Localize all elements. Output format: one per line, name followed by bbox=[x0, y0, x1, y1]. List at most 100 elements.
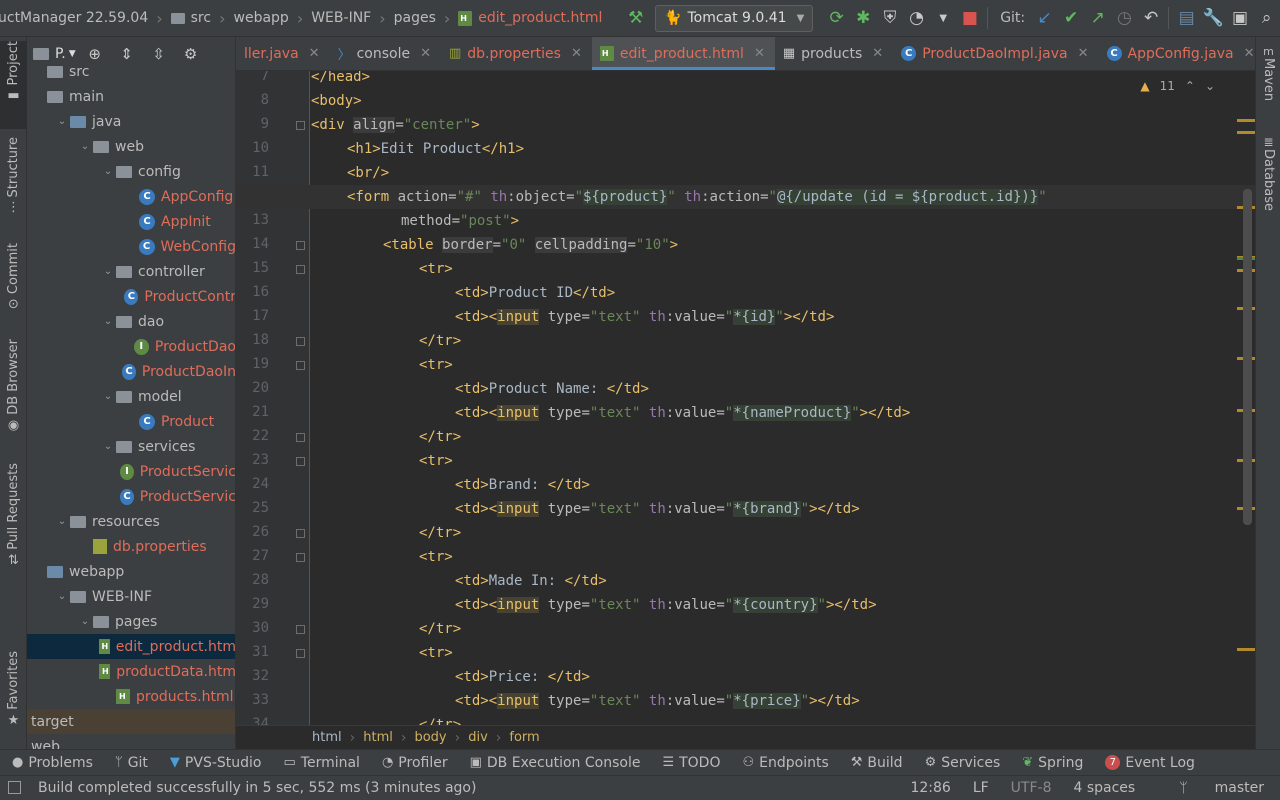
editor-tab[interactable]: ▦ products ✕ bbox=[775, 37, 893, 70]
tree-item[interactable]: C ProductContr bbox=[27, 284, 235, 309]
status-message[interactable]: Build completed successfully in 5 sec, 5… bbox=[38, 780, 476, 796]
tool-window-profiler[interactable]: ◔ Profiler bbox=[382, 755, 448, 771]
tool-tab-favorites[interactable]: Favorites ★ bbox=[0, 651, 27, 737]
editor-tab[interactable]: edit_product.html ✕ bbox=[591, 37, 775, 70]
terminal-toolbar-icon[interactable]: ▣ bbox=[1227, 4, 1254, 32]
code-line[interactable]: <br/> bbox=[236, 161, 1255, 185]
rerun-icon[interactable]: ⟳ bbox=[823, 4, 850, 32]
code-line[interactable]: <td>Product Name: </td> bbox=[236, 377, 1255, 401]
tool-window-pvs-studio[interactable]: ▼ PVS-Studio bbox=[170, 755, 262, 771]
close-icon[interactable]: ✕ bbox=[309, 46, 320, 61]
chevron-down-icon[interactable]: ⌄ bbox=[100, 316, 116, 327]
tool-window-todo[interactable]: ☰ TODO bbox=[662, 755, 720, 771]
tool-window-build[interactable]: ⚒ Build bbox=[851, 755, 903, 771]
file-encoding[interactable]: UTF-8 bbox=[1011, 780, 1052, 796]
code-line[interactable]: </tr> bbox=[236, 521, 1255, 545]
nav-crumb-web-inf[interactable]: WEB-INF bbox=[307, 10, 375, 26]
tree-item[interactable]: ⌄ config bbox=[27, 159, 235, 184]
tree-item[interactable]: ⌄ WEB-INF bbox=[27, 584, 235, 609]
run-configuration-select[interactable]: 🐈 Tomcat 9.0.41 ▼ bbox=[655, 4, 814, 32]
code-line[interactable]: <td><input type="text" th:value="*{brand… bbox=[236, 497, 1255, 521]
git-history-icon[interactable]: ◷ bbox=[1111, 4, 1138, 32]
code-line[interactable]: <form action="#" th:object="${product}" … bbox=[236, 185, 1255, 209]
tree-item[interactable]: C ProductServic bbox=[27, 484, 235, 509]
caret-position[interactable]: 12:86 bbox=[910, 780, 950, 796]
code-line[interactable]: <table border="0" cellpadding="10"> bbox=[236, 233, 1255, 257]
code-line[interactable]: </head> bbox=[236, 71, 1255, 89]
tree-item[interactable]: ⌄ dao bbox=[27, 309, 235, 334]
code-line[interactable]: <tr> bbox=[236, 545, 1255, 569]
editor-scrollbar[interactable] bbox=[1243, 189, 1252, 525]
chevron-down-icon[interactable]: ⌄ bbox=[100, 266, 116, 277]
build-hammer-icon[interactable]: ⚒ bbox=[622, 4, 649, 32]
tool-window-spring[interactable]: ❦ Spring bbox=[1022, 755, 1083, 771]
tree-item[interactable]: ⌄ web bbox=[27, 134, 235, 159]
tree-item[interactable]: C WebConfig bbox=[27, 234, 235, 259]
project-structure-icon[interactable]: ▤ bbox=[1173, 4, 1200, 32]
editor-tab[interactable]: 〉 console ✕ bbox=[330, 37, 441, 70]
chevron-down-icon[interactable]: ⌄ bbox=[54, 591, 70, 602]
code-line[interactable]: <tr> bbox=[236, 641, 1255, 665]
coverage-icon[interactable]: ⛨ bbox=[877, 4, 904, 32]
stop-icon[interactable]: ■ bbox=[957, 4, 984, 32]
editor-tab[interactable]: C ProductDaoImpl.java ✕ bbox=[893, 37, 1098, 70]
indent-setting[interactable]: 4 spaces bbox=[1073, 780, 1135, 796]
close-icon[interactable]: ✕ bbox=[1078, 46, 1089, 61]
close-icon[interactable]: ✕ bbox=[872, 46, 883, 61]
code-line[interactable]: <h1>Edit Product</h1> bbox=[236, 137, 1255, 161]
tool-window-problems[interactable]: ● Problems bbox=[12, 755, 93, 771]
tree-item[interactable]: ⌄ controller bbox=[27, 259, 235, 284]
git-update-icon[interactable]: ↙ bbox=[1031, 4, 1058, 32]
tool-tab-pull-requests[interactable]: Pull Requests ⇅ bbox=[0, 463, 27, 577]
tree-item[interactable]: C ProductDaoIn bbox=[27, 359, 235, 384]
editor-tab[interactable]: ller.java ✕ bbox=[236, 37, 330, 70]
tool-tab-database[interactable]: ≣ Database bbox=[1256, 135, 1280, 225]
tool-window-endpoints[interactable]: ⚇ Endpoints bbox=[742, 755, 828, 771]
code-line[interactable]: <td>Product ID</td> bbox=[236, 281, 1255, 305]
code-line[interactable]: </tr> bbox=[236, 713, 1255, 725]
code-editor[interactable]: 7891011121314151617181920212223242526272… bbox=[236, 71, 1255, 725]
nav-crumb-webapp[interactable]: webapp bbox=[230, 10, 293, 26]
tool-tab-commit[interactable]: Commit ⊙ bbox=[0, 243, 27, 317]
tree-item[interactable]: ⌄ services bbox=[27, 434, 235, 459]
tree-item[interactable]: I ProductServic bbox=[27, 459, 235, 484]
code-line[interactable]: <body> bbox=[236, 89, 1255, 113]
code-line[interactable]: </tr> bbox=[236, 425, 1255, 449]
debug-icon[interactable]: ✱ bbox=[850, 4, 877, 32]
tree-item[interactable]: C Product bbox=[27, 409, 235, 434]
breadcrumb-item[interactable]: div bbox=[468, 730, 488, 745]
tree-item[interactable]: db.properties bbox=[27, 534, 235, 559]
tree-item[interactable]: src bbox=[27, 59, 235, 84]
profile-icon[interactable]: ◔ bbox=[903, 4, 930, 32]
line-separator[interactable]: LF bbox=[973, 780, 989, 796]
git-branch-widget[interactable]: ᛘ master bbox=[1157, 780, 1264, 796]
tree-item[interactable]: main bbox=[27, 84, 235, 109]
code-line[interactable]: method="post"> bbox=[236, 209, 1255, 233]
close-icon[interactable]: ✕ bbox=[1244, 46, 1255, 61]
tool-tab-project[interactable]: Project ▬ bbox=[0, 41, 27, 129]
chevron-down-icon[interactable]: ⌄ bbox=[100, 166, 116, 177]
nav-crumb-file[interactable]: edit_product.html bbox=[454, 10, 606, 26]
tree-item[interactable]: C AppInit bbox=[27, 209, 235, 234]
code-line[interactable]: <td>Brand: </td> bbox=[236, 473, 1255, 497]
tree-item[interactable]: C AppConfig bbox=[27, 184, 235, 209]
tool-tab-db-browser[interactable]: DB Browser ◉ bbox=[0, 339, 27, 445]
close-icon[interactable]: ✕ bbox=[571, 46, 582, 61]
editor-tab[interactable]: ▥ db.properties ✕ bbox=[441, 37, 592, 70]
code-line[interactable]: </tr> bbox=[236, 329, 1255, 353]
chevron-down-icon[interactable]: ⌄ bbox=[54, 116, 70, 127]
code-line[interactable]: <tr> bbox=[236, 353, 1255, 377]
search-everywhere-icon[interactable]: ⌕ bbox=[1253, 4, 1280, 32]
breadcrumb-item[interactable]: html bbox=[312, 730, 342, 745]
inspection-widget[interactable]: ▲ 11 ⌃ ⌄ bbox=[1140, 79, 1215, 93]
nav-crumb-pages[interactable]: pages bbox=[390, 10, 440, 26]
breadcrumb-item[interactable]: body bbox=[414, 730, 446, 745]
breadcrumb-item[interactable]: form bbox=[509, 730, 539, 745]
chevron-down-icon[interactable]: ⌄ bbox=[100, 441, 116, 452]
wrench-icon[interactable]: 🔧 bbox=[1200, 4, 1227, 32]
git-rollback-icon[interactable]: ↶ bbox=[1138, 4, 1165, 32]
git-commit-icon[interactable]: ✔ bbox=[1058, 4, 1085, 32]
code-line[interactable]: <td><input type="text" th:value="*{price… bbox=[236, 689, 1255, 713]
tree-item[interactable]: products.html bbox=[27, 684, 235, 709]
tree-item[interactable]: web bbox=[27, 734, 235, 750]
